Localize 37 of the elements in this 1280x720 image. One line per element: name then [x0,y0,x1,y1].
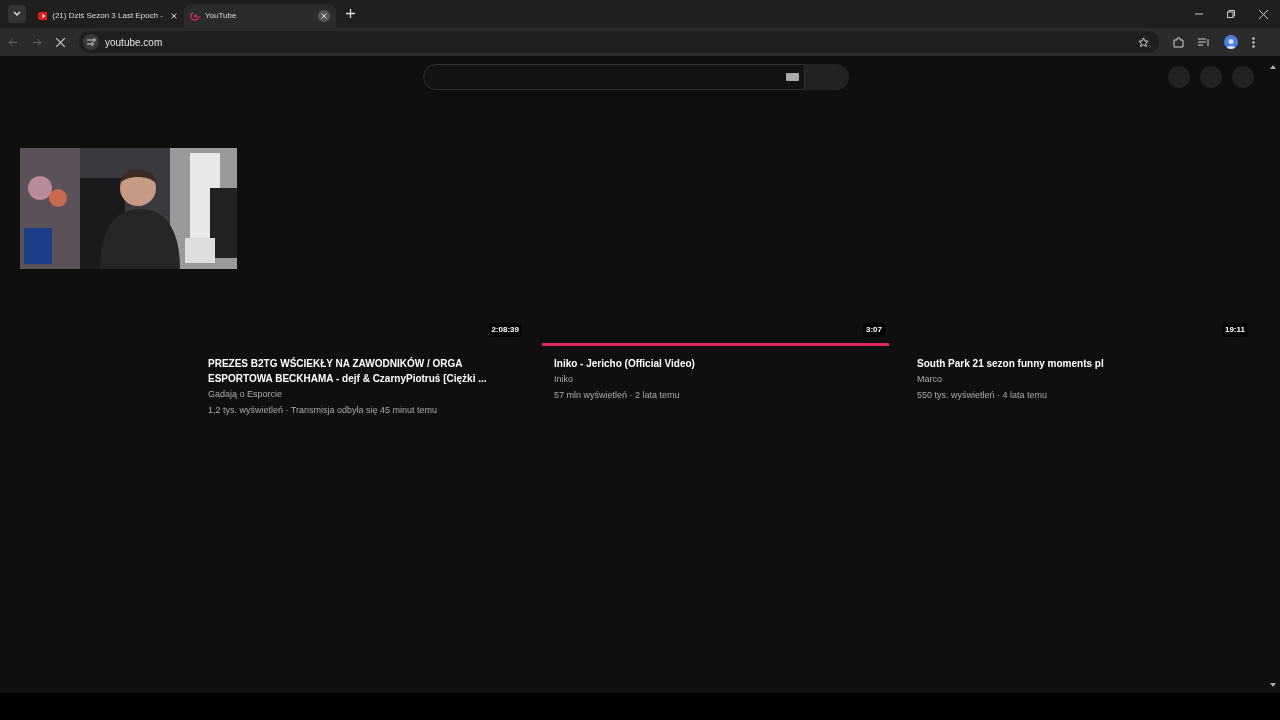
stop-icon[interactable] [56,37,65,47]
star-icon[interactable] [1138,36,1149,48]
forward-icon[interactable] [32,37,42,47]
duration-badge: 19:11 [1221,323,1248,337]
restore-icon[interactable] [1227,10,1235,18]
scroll-down-icon[interactable] [1270,683,1276,687]
loading-icon [190,11,200,21]
video-meta: 57 mln wyświetleń · 2 lata temu [554,388,681,402]
duration-badge: 3:07 [863,323,885,337]
video-title[interactable]: PREZES B2TG WŚCIEKŁY NA ZAWODNIKÓW / ORGA ESPORTOWA BECKHAMA - dejf & CzarnyPiotruś [Ciężki ... [208,356,518,386]
channel-name[interactable]: Gadają o Esporcie [208,388,526,402]
duration-badge: 2:08:39 [488,323,522,337]
media-icon[interactable] [1198,37,1210,47]
profile-avatar[interactable] [1224,35,1238,49]
video-title[interactable]: South Park 21 sezon funny moments pl [917,356,1227,371]
video-title[interactable]: Iniko - Jericho (Official Video) [554,356,864,371]
tab-list-button[interactable] [8,5,26,23]
browser-tab[interactable]: YouTube [184,4,336,28]
video-meta: 550 tys. wyświetleń · 4 lata temu [917,388,1049,402]
tab-title: YouTube [205,10,238,22]
new-tab-icon[interactable] [346,9,355,18]
back-icon[interactable] [8,37,18,47]
caret-icon [13,11,21,17]
video-meta: 1,2 tys. wyświetleń · Transmisja odbyła się 45 minut temu [208,403,439,417]
address-bar[interactable]: youtube.com [79,31,1159,53]
video-icon [38,12,48,20]
site-info-icon[interactable] [83,34,99,50]
url-text: youtube.com [105,35,164,50]
channel-name[interactable]: Iniko [554,373,889,387]
browser-tab[interactable]: (21) Dziś Sezon 3 Last Epoch - [32,4,184,28]
search-field[interactable] [423,64,805,90]
close-icon[interactable] [1259,9,1268,19]
menu-icon[interactable] [1252,36,1255,48]
channel-name[interactable]: Marco [917,373,1252,387]
tab-title: (21) Dziś Sezon 3 Last Epoch - [52,10,163,22]
close-icon[interactable] [318,10,330,22]
scroll-up-icon[interactable] [1270,65,1276,69]
